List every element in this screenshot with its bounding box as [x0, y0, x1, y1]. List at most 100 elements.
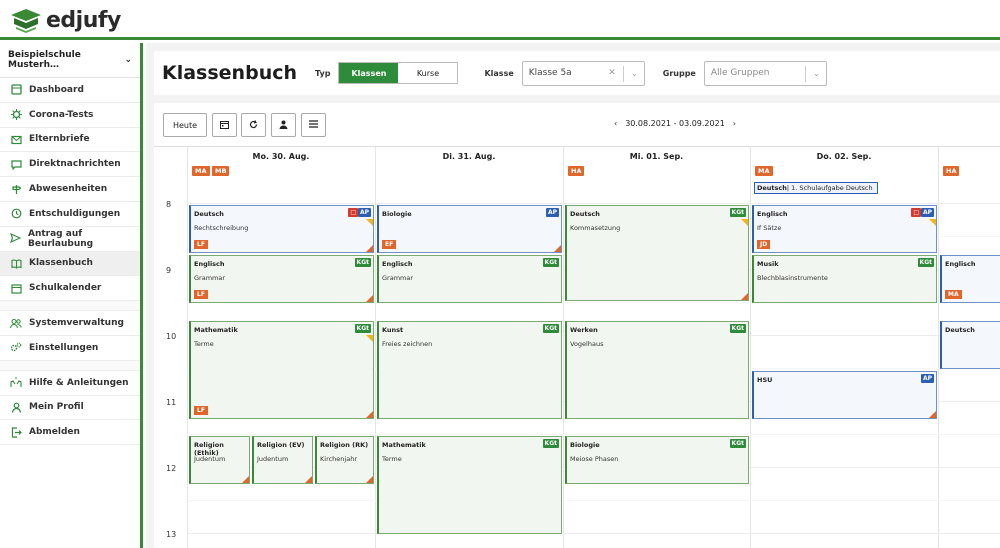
lesson-card[interactable]: Deutsch	[940, 321, 1000, 369]
lesson-subject: Biologie	[382, 210, 412, 218]
lesson-card[interactable]: Religion (Ethik) Judentum	[189, 436, 250, 484]
klasse-value: Klasse 5a	[528, 68, 572, 78]
lesson-status-tag: KGt	[917, 258, 934, 267]
sidebar-item-systemverwaltung[interactable]: Systemverwaltung	[0, 311, 140, 336]
typ-kurse-button[interactable]: Kurse	[398, 63, 457, 83]
refresh-button[interactable]	[241, 113, 266, 137]
brand-name: edjufy	[46, 7, 121, 33]
sidebar-item-label: Antrag auf Beurlaubung	[28, 228, 94, 249]
page-header: Klassenbuch Typ Klassen Kurse Klasse Kla…	[154, 51, 1000, 95]
chevron-down-icon: ⌄	[813, 68, 820, 78]
half-hour-line	[187, 434, 1000, 435]
lesson-card[interactable]: Biologie AP EF	[377, 205, 562, 253]
lesson-status-tag: KGt	[542, 439, 559, 448]
gruppe-select[interactable]: Alle Gruppen ⌄	[703, 60, 827, 86]
sidebar-item-profil[interactable]: Mein Profil	[0, 396, 140, 421]
lesson-card[interactable]: Werken Vogelhaus KGt	[565, 321, 749, 419]
lesson-card[interactable]: Deutsch Kommasetzung KGt	[565, 205, 749, 301]
lesson-topic: Terme	[382, 455, 402, 463]
sidebar-item-klassenbuch[interactable]: Klassenbuch	[0, 251, 140, 277]
absence-marker-icon	[929, 411, 936, 418]
sidebar-item-direktnachrichten[interactable]: Direktnachrichten	[0, 152, 140, 178]
hands-icon	[10, 377, 22, 389]
sidebar-item-abwesenheiten[interactable]: Abwesenheiten	[0, 177, 140, 202]
lesson-subject: Englisch	[194, 260, 225, 268]
comment-icon: □	[911, 208, 921, 217]
lesson-card[interactable]: Englisch If Sätze AP □ JD	[752, 205, 937, 253]
teacher-badge: HA	[943, 166, 960, 176]
lesson-card[interactable]: Religion (EV) Judentum	[252, 436, 313, 484]
sidebar-item-dashboard[interactable]: Dashboard	[0, 78, 140, 103]
teacher-badge: JD	[757, 240, 771, 249]
teacher-badge: MA	[755, 166, 773, 176]
sidebar-item-schulkalender[interactable]: Schulkalender	[0, 276, 140, 302]
lesson-subject: Musik	[757, 260, 779, 268]
list-view-button[interactable]	[301, 113, 326, 137]
sidebar-item-einstellungen[interactable]: Einstellungen	[0, 336, 140, 361]
today-button[interactable]: Heute	[163, 113, 207, 137]
sidebar-item-hilfe[interactable]: Hilfe & Anleitungen	[0, 371, 140, 396]
clock-icon	[10, 208, 22, 220]
lesson-card[interactable]: HSU AP	[752, 371, 937, 419]
typ-klassen-button[interactable]: Klassen	[339, 63, 399, 83]
top-bar: edjufy	[0, 0, 1000, 40]
lesson-status-tag: KGt	[729, 208, 746, 217]
sidebar-item-label: Klassenbuch	[29, 258, 93, 269]
sidebar-item-elternbriefe[interactable]: Elternbriefe	[0, 128, 140, 153]
person-view-button[interactable]	[271, 113, 296, 137]
lesson-card[interactable]: Musik Blechblasinstrumente KGt	[752, 255, 937, 303]
sidebar-item-label: Corona-Tests	[29, 109, 94, 120]
exam-event[interactable]: Deutsch | 1. Schulaufgabe Deutsch	[754, 182, 878, 194]
lesson-status-tag: AP	[357, 208, 371, 217]
lesson-card[interactable]: Deutsch Rechtschreibung AP □ LF	[189, 205, 374, 253]
virus-icon	[10, 109, 22, 121]
hour-label: 9	[166, 266, 172, 275]
lesson-topic: Grammar	[382, 274, 414, 282]
sidebar-item-label: Systemverwaltung	[29, 318, 124, 329]
lesson-topic: Kommasetzung	[570, 224, 621, 232]
lesson-card[interactable]: Englisch Grammar KGt	[377, 255, 562, 303]
hour-label: 13	[166, 530, 177, 539]
prev-week-icon[interactable]: ‹	[614, 119, 617, 128]
day-column	[750, 147, 751, 548]
clear-icon[interactable]: ✕	[608, 68, 616, 78]
next-week-icon[interactable]: ›	[733, 119, 736, 128]
school-selector[interactable]: Beispielschule Musterh… ⌄	[0, 43, 140, 78]
sidebar-item-abmelden[interactable]: Abmelden	[0, 420, 140, 446]
typ-toggle: Klassen Kurse	[338, 62, 459, 84]
signpost-icon	[10, 183, 22, 195]
sidebar-item-label: Hilfe & Anleitungen	[29, 377, 129, 388]
lesson-card[interactable]: Englisch Grammar KGt LF	[189, 255, 374, 303]
page-title: Klassenbuch	[162, 62, 298, 84]
lesson-topic: Grammar	[194, 274, 226, 282]
teacher-badge: EF	[382, 240, 397, 249]
sidebar-item-entschuldigungen[interactable]: Entschuldigungen	[0, 202, 140, 227]
edjufy-logo[interactable]: edjufy	[10, 5, 121, 35]
calendar-picker-button[interactable]	[212, 113, 237, 137]
lesson-card[interactable]: Englisch MA	[940, 255, 1000, 303]
logout-icon	[10, 426, 22, 438]
main-content: Klassenbuch Typ Klassen Kurse Klasse Kla…	[146, 43, 1000, 548]
lesson-subject: Werken	[570, 326, 598, 334]
klasse-select[interactable]: Klasse 5a ✕ ⌄	[521, 60, 645, 86]
hour-label: 11	[166, 398, 177, 407]
lesson-topic: Blechblasinstrumente	[757, 274, 828, 282]
lesson-subject: Biologie	[570, 441, 600, 449]
lesson-card[interactable]: Religion (RK) Kirchenjahr	[315, 436, 374, 484]
day-column	[375, 147, 376, 548]
teacher-badge: MA	[192, 166, 210, 176]
lesson-subject: Englisch	[757, 210, 788, 218]
absence-marker-icon	[305, 476, 312, 483]
absence-marker-icon	[554, 245, 561, 252]
sidebar-item-corona-tests[interactable]: Corona-Tests	[0, 103, 140, 128]
sidebar-item-label: Elternbriefe	[29, 134, 90, 145]
day-column	[187, 147, 188, 548]
lesson-card[interactable]: Kunst Freies zeichnen KGt	[377, 321, 562, 419]
lesson-card[interactable]: Mathematik Terme KGt	[377, 436, 562, 534]
lesson-card[interactable]: Biologie Meiose Phasen KGt	[565, 436, 749, 484]
sidebar-item-beurlaubung[interactable]: Antrag auf Beurlaubung	[0, 227, 140, 252]
sidebar: Beispielschule Musterh… ⌄ Dashboard Coro…	[0, 43, 143, 548]
teacher-badge: LF	[194, 406, 208, 415]
lesson-subject: Deutsch	[945, 326, 975, 334]
lesson-card[interactable]: Mathematik Terme KGt LF	[189, 321, 374, 419]
